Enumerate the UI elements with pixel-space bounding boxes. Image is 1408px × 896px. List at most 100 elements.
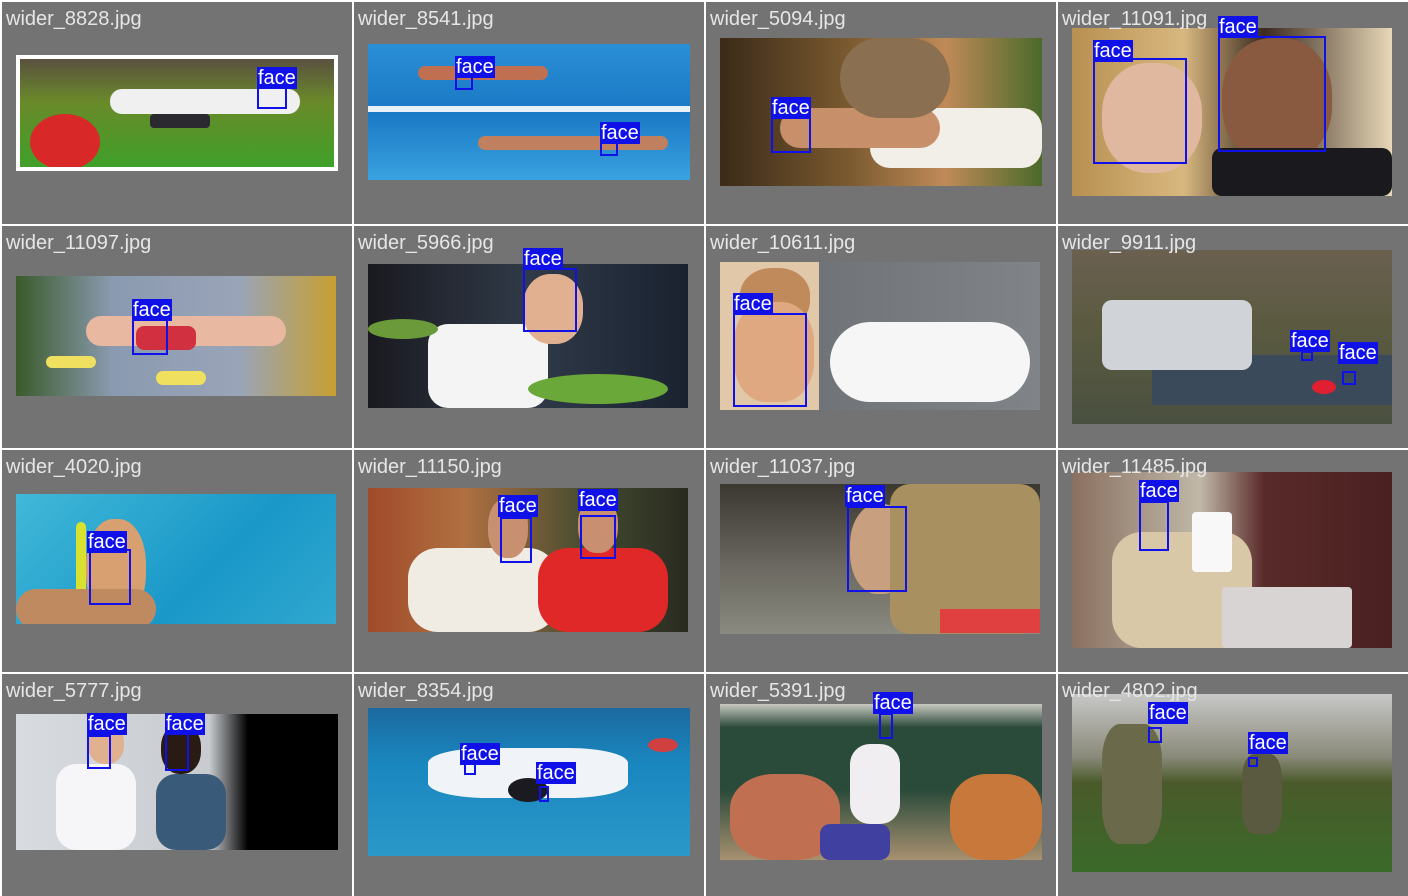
- face-bounding-box: [733, 313, 807, 407]
- face-bounding-box: [500, 517, 532, 563]
- image-filename: wider_4802.jpg: [1062, 680, 1198, 702]
- face-label: face: [165, 713, 205, 735]
- result-tile: wider_5391.jpgface: [706, 674, 1056, 896]
- face-bounding-box: [165, 733, 189, 771]
- face-label: face: [1338, 342, 1378, 364]
- photo-thumbnail: [16, 494, 336, 624]
- scene-shape: [1312, 380, 1336, 394]
- scene-shape: [830, 322, 1030, 402]
- face-label: face: [523, 248, 563, 270]
- result-tile: wider_10611.jpg face: [706, 226, 1056, 448]
- face-label: face: [1148, 702, 1188, 724]
- face-label: face: [1248, 732, 1288, 754]
- scene-shape: [368, 319, 438, 339]
- scene-shape: [428, 324, 548, 408]
- face-bounding-box: [89, 549, 131, 605]
- scene-shape: [56, 764, 136, 850]
- image-filename: wider_9911.jpg: [1062, 232, 1197, 254]
- scene-shape: [1102, 300, 1252, 370]
- face-bounding-box: [771, 117, 811, 153]
- face-bounding-box: [847, 506, 907, 592]
- scene-shape: [950, 774, 1042, 860]
- image-filename: wider_10611.jpg: [710, 232, 856, 254]
- photo-thumbnail: [1072, 250, 1392, 424]
- face-bounding-box: [87, 735, 111, 769]
- scene-shape: [30, 114, 100, 167]
- scene-shape: [820, 824, 890, 860]
- image-filename: wider_11485.jpg: [1062, 456, 1208, 478]
- image-filename: wider_11150.jpg: [358, 456, 502, 478]
- face-bounding-box: [523, 268, 577, 332]
- image-filename: wider_8354.jpg: [358, 680, 494, 702]
- scene-shape: [1222, 587, 1352, 648]
- face-label: face: [87, 713, 127, 735]
- face-label: face: [600, 122, 640, 144]
- face-label: face: [1218, 16, 1258, 38]
- scene-shape: [156, 774, 226, 850]
- photo-thumbnail: [1072, 472, 1392, 648]
- face-bounding-box: [1148, 727, 1162, 743]
- photo-thumbnail: [1072, 694, 1392, 872]
- face-label: face: [1093, 40, 1133, 62]
- face-label: face: [257, 67, 297, 89]
- result-tile: wider_9911.jpg face face: [1058, 226, 1408, 448]
- scene-shape: [156, 371, 206, 385]
- result-tile: wider_11091.jpg face face: [1058, 2, 1408, 224]
- result-tile: wider_11037.jpg face: [706, 450, 1056, 672]
- face-bounding-box: [1342, 371, 1356, 385]
- scene-shape: [648, 738, 678, 752]
- result-tile: wider_11150.jpgface face: [354, 450, 704, 672]
- scene-shape: [368, 106, 690, 112]
- scene-shape: [1212, 148, 1392, 196]
- image-filename: wider_4020.jpg: [6, 456, 142, 478]
- result-tile: wider_4020.jpgface: [2, 450, 352, 672]
- result-tile: wider_5094.jpgface: [706, 2, 1056, 224]
- image-filename: wider_8541.jpg: [358, 8, 494, 30]
- scene-shape: [528, 374, 668, 404]
- photo-thumbnail: [16, 276, 336, 396]
- result-tile: wider_8828.jpgface: [2, 2, 352, 224]
- image-filename: wider_5777.jpg: [6, 680, 142, 702]
- face-bounding-box: [1093, 58, 1187, 164]
- face-label: face: [873, 692, 913, 714]
- face-label: face: [132, 299, 172, 321]
- face-bounding-box: [879, 713, 893, 739]
- face-bounding-box: [1301, 351, 1313, 361]
- face-label: face: [1139, 480, 1179, 502]
- face-label: face: [771, 97, 811, 119]
- image-filename: wider_5094.jpg: [710, 8, 846, 30]
- scene-shape: [46, 356, 96, 368]
- result-tile: wider_5777.jpgface face: [2, 674, 352, 896]
- scene-shape: [150, 114, 210, 128]
- image-filename: wider_5966.jpg: [358, 232, 494, 254]
- face-bounding-box: [1218, 36, 1326, 152]
- result-tile: wider_5966.jpgface: [354, 226, 704, 448]
- face-bounding-box: [1139, 501, 1169, 551]
- photo-thumbnail: [368, 708, 690, 856]
- result-tile: wider_8541.jpg face face: [354, 2, 704, 224]
- face-label: face: [87, 531, 127, 553]
- face-bounding-box: [580, 515, 616, 559]
- scene-shape: [538, 548, 668, 632]
- photo-thumbnail: [368, 44, 690, 180]
- face-label: face: [498, 495, 538, 517]
- result-tile: wider_11097.jpgface: [2, 226, 352, 448]
- image-filename: wider_8828.jpg: [6, 8, 142, 30]
- image-filename: wider_11091.jpg: [1062, 8, 1208, 30]
- face-label: face: [578, 489, 618, 511]
- scene-shape: [940, 609, 1040, 633]
- scene-shape: [1192, 512, 1232, 572]
- face-label: face: [460, 743, 500, 765]
- photo-thumbnail: [720, 38, 1042, 186]
- image-filename: wider_11097.jpg: [6, 232, 152, 254]
- result-tile: wider_8354.jpg face face: [354, 674, 704, 896]
- scene-shape: [850, 744, 900, 824]
- face-bounding-box: [1248, 757, 1258, 767]
- detection-grid: wider_8828.jpg face wider_8541.jpg face face…: [0, 0, 1408, 896]
- scene-shape: [408, 548, 558, 632]
- scene-shape: [840, 38, 950, 118]
- result-tile: wider_4802.jpg face face: [1058, 674, 1408, 896]
- scene-shape: [16, 589, 156, 624]
- image-filename: wider_5391.jpg: [710, 680, 846, 702]
- image-filename: wider_11037.jpg: [710, 456, 856, 478]
